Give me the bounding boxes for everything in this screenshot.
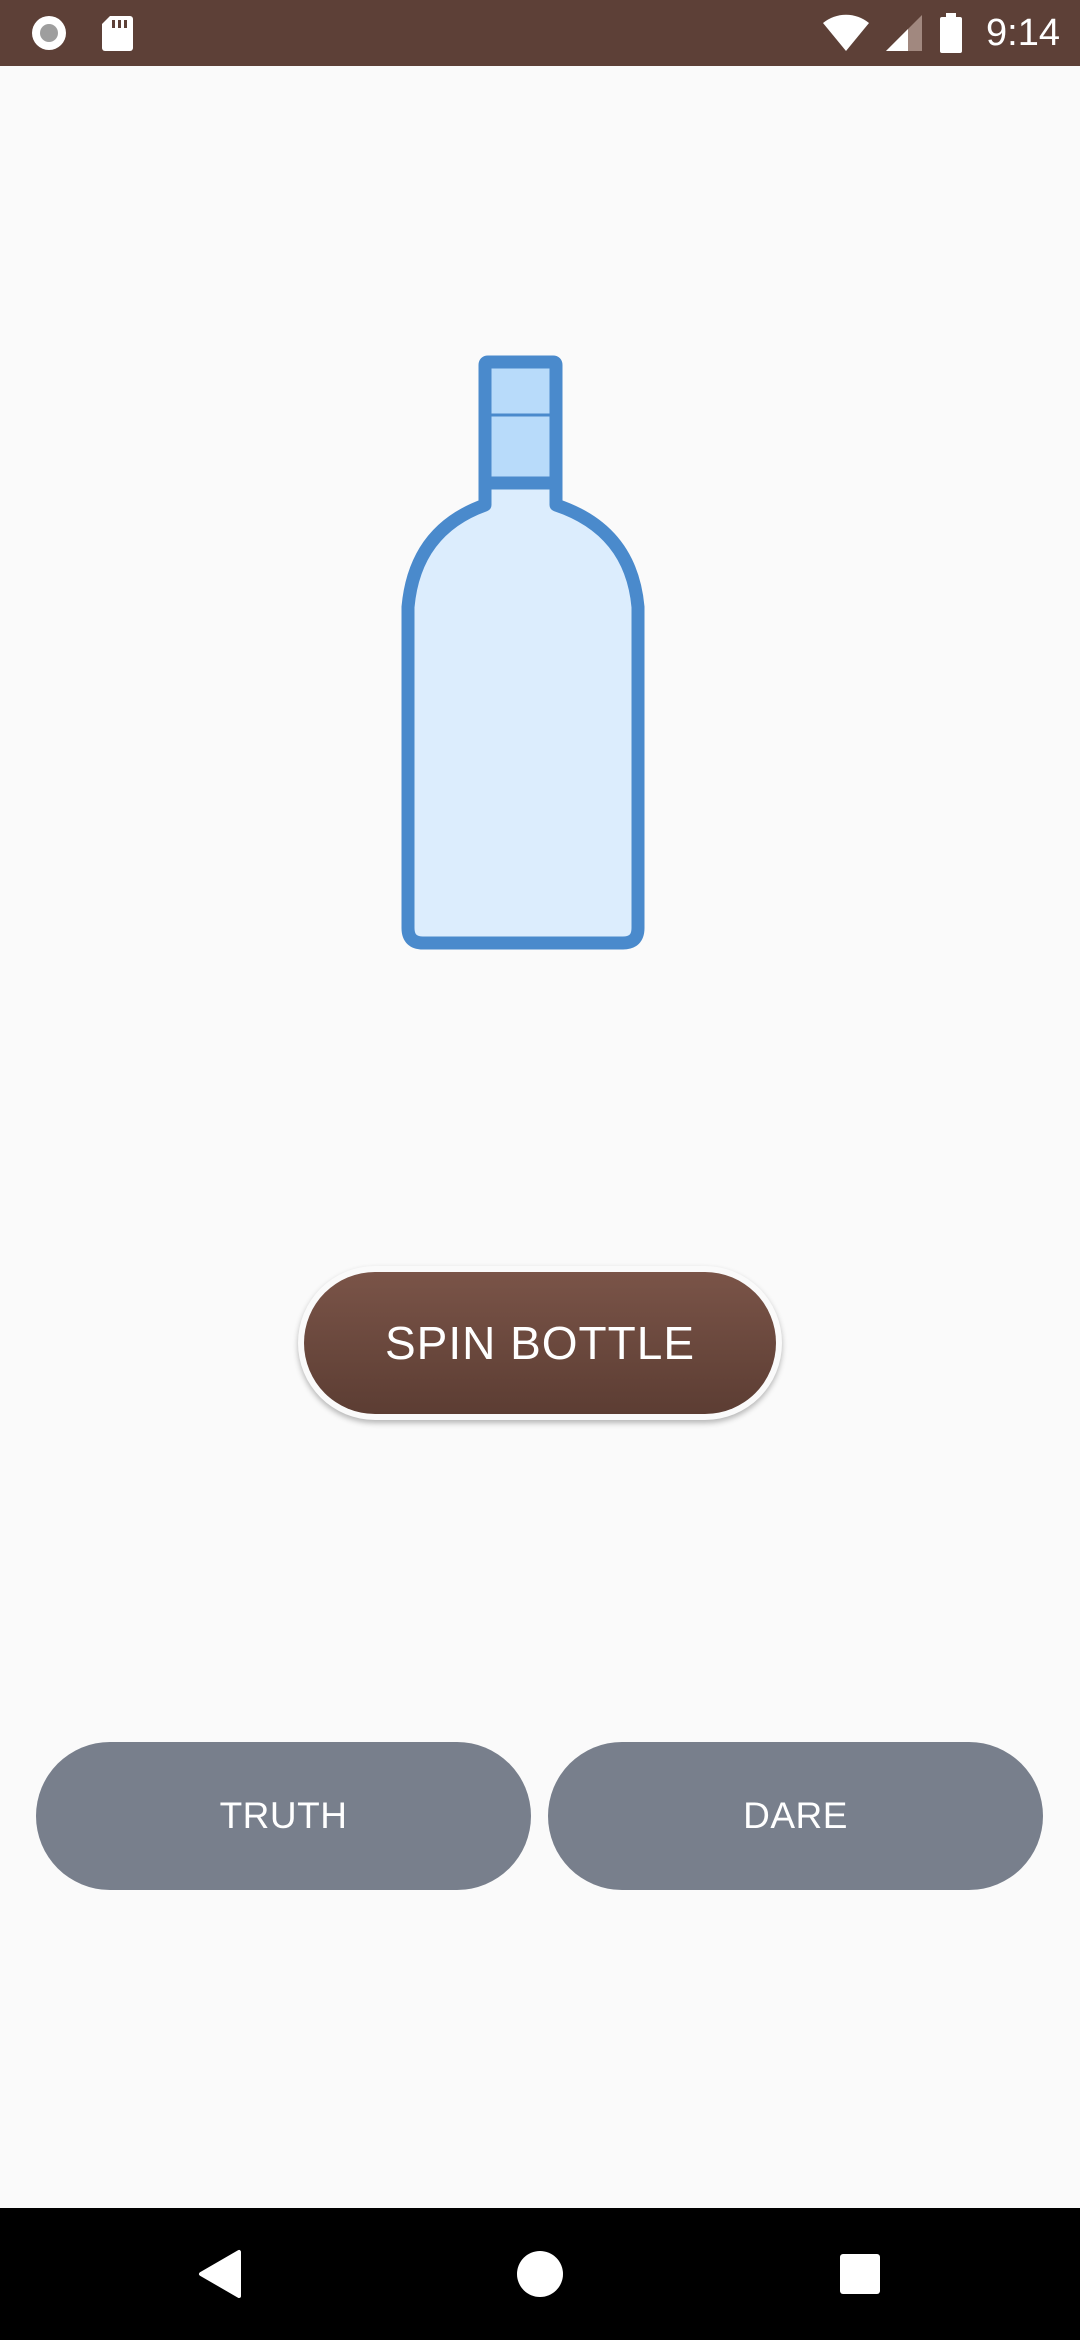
spin-bottle-button[interactable]: SPIN BOTTLE [298,1266,782,1420]
back-icon [197,2249,243,2299]
sd-card-icon [100,14,134,52]
status-bar: 9:14 [0,0,1080,66]
truth-button[interactable]: TRUTH [36,1742,531,1890]
dare-button[interactable]: DARE [548,1742,1043,1890]
home-icon [516,2250,564,2298]
status-right-icons: 9:14 [822,10,1060,56]
wifi-icon [822,13,870,53]
navigation-bar [0,2208,1080,2340]
app-screen: 9:14 SPIN BOTTLE TRUTH DARE [0,0,1080,2340]
home-button[interactable] [508,2242,572,2306]
spin-bottle-label: SPIN BOTTLE [304,1272,776,1414]
status-time: 9:14 [986,11,1060,54]
bottle-icon [395,355,655,955]
cell-signal-icon [884,13,924,53]
back-button[interactable] [188,2242,252,2306]
recents-button[interactable] [828,2242,892,2306]
status-left-icons [28,12,134,54]
recents-icon [839,2253,881,2295]
record-indicator-icon [28,12,70,54]
battery-icon [938,12,964,54]
